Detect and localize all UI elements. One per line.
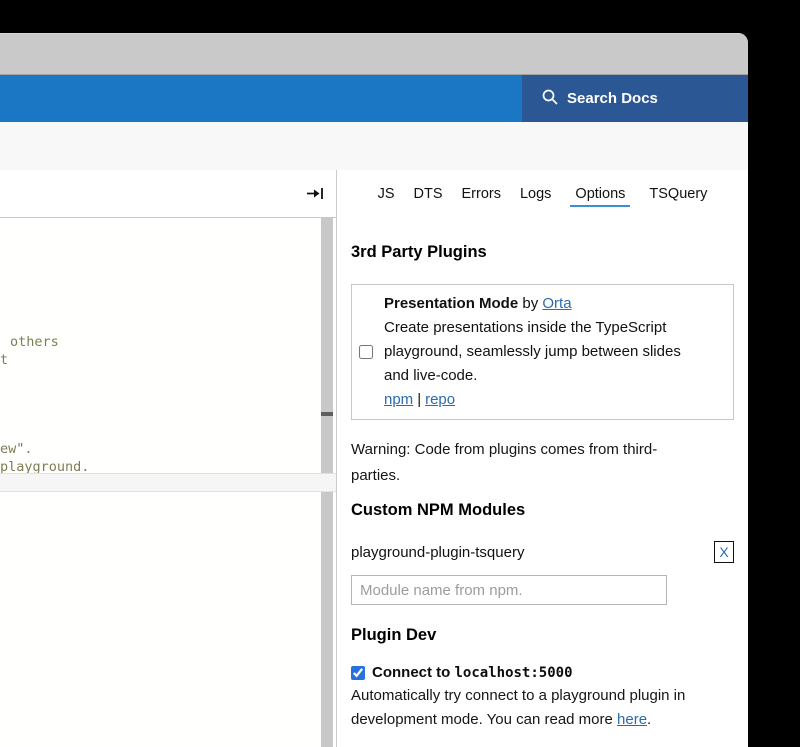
npm-module-input[interactable]: [351, 575, 667, 605]
tab-tsquery[interactable]: TSQuery: [649, 186, 707, 207]
custom-module-row: playground-plugin-tsquery X: [351, 541, 734, 563]
connect-localhost-row: Connect to localhost:5000: [351, 664, 734, 681]
plugin-card-content: Presentation Mode by Orta Create present…: [384, 292, 706, 412]
plugin-title: Presentation Mode: [384, 295, 518, 312]
plugin-card: Presentation Mode by Orta Create present…: [351, 284, 734, 420]
plugin-npm-link[interactable]: npm: [384, 391, 413, 408]
plugin-dev-description-suffix: .: [647, 711, 651, 728]
connect-label: Connect to localhost:5000: [372, 664, 573, 681]
plugin-dev-description: Automatically try connect to a playgroun…: [351, 684, 734, 732]
tab-options[interactable]: Options: [570, 186, 630, 207]
plugin-description: Create presentations inside the TypeScri…: [384, 316, 706, 388]
plugin-author-link[interactable]: Orta: [542, 295, 571, 312]
editor-pane: otherstew".playground.: [0, 170, 337, 747]
playground-sidebar: JS DTS Errors Logs Options TSQuery 3rd Party …: [337, 170, 748, 747]
plugin-dev-heading: Plugin Dev: [351, 626, 734, 645]
plugin-title-line: Presentation Mode by Orta: [384, 292, 706, 316]
plugins-warning-text: Warning: Code from plugins comes from th…: [351, 437, 703, 489]
code-line: ew".: [0, 440, 33, 458]
main-content: otherstew".playground. JSDTSErrorsLogsOp…: [0, 170, 748, 747]
tab-errors[interactable]: Errors: [461, 186, 500, 207]
tab-dts[interactable]: DTS: [413, 186, 442, 207]
collapse-sidebar-icon[interactable]: [306, 186, 325, 206]
custom-npm-modules-heading: Custom NPM Modules: [351, 501, 734, 520]
tab-js[interactable]: JS: [378, 186, 395, 207]
search-docs-label: Search Docs: [567, 90, 658, 107]
custom-module-name: playground-plugin-tsquery: [351, 544, 524, 561]
editor-toolbar: [0, 170, 336, 218]
sidebar-tab-bar: JS DTS Errors Logs Options TSQuery: [351, 186, 734, 207]
connect-label-text: Connect to: [372, 664, 450, 681]
scrollbar-marker: [321, 412, 333, 416]
plugin-link-separator: |: [417, 391, 421, 408]
tab-logs[interactable]: Logs: [520, 186, 551, 207]
site-nav-bar: Search Docs: [0, 75, 748, 122]
remove-module-button[interactable]: X: [714, 541, 734, 563]
plugin-links: npm|repo: [384, 388, 706, 412]
browser-chrome-bar: [0, 33, 748, 75]
plugin-enabled-checkbox[interactable]: [359, 345, 373, 359]
code-editor[interactable]: otherstew".playground.: [0, 218, 336, 747]
page-subheader: [0, 122, 748, 170]
code-line: t: [0, 351, 8, 369]
plugin-repo-link[interactable]: repo: [425, 391, 455, 408]
code-line: others: [10, 333, 59, 351]
current-line-highlight: [0, 473, 336, 492]
search-icon: [541, 88, 559, 110]
connect-localhost-checkbox[interactable]: [351, 666, 365, 680]
read-more-link[interactable]: here: [617, 711, 647, 728]
connect-host: localhost:5000: [455, 665, 573, 681]
search-docs-button[interactable]: Search Docs: [522, 75, 748, 122]
third-party-plugins-heading: 3rd Party Plugins: [351, 243, 734, 262]
plugin-by-text: by: [522, 295, 538, 312]
browser-window: Search Docs otherstew".playground.: [0, 33, 748, 747]
